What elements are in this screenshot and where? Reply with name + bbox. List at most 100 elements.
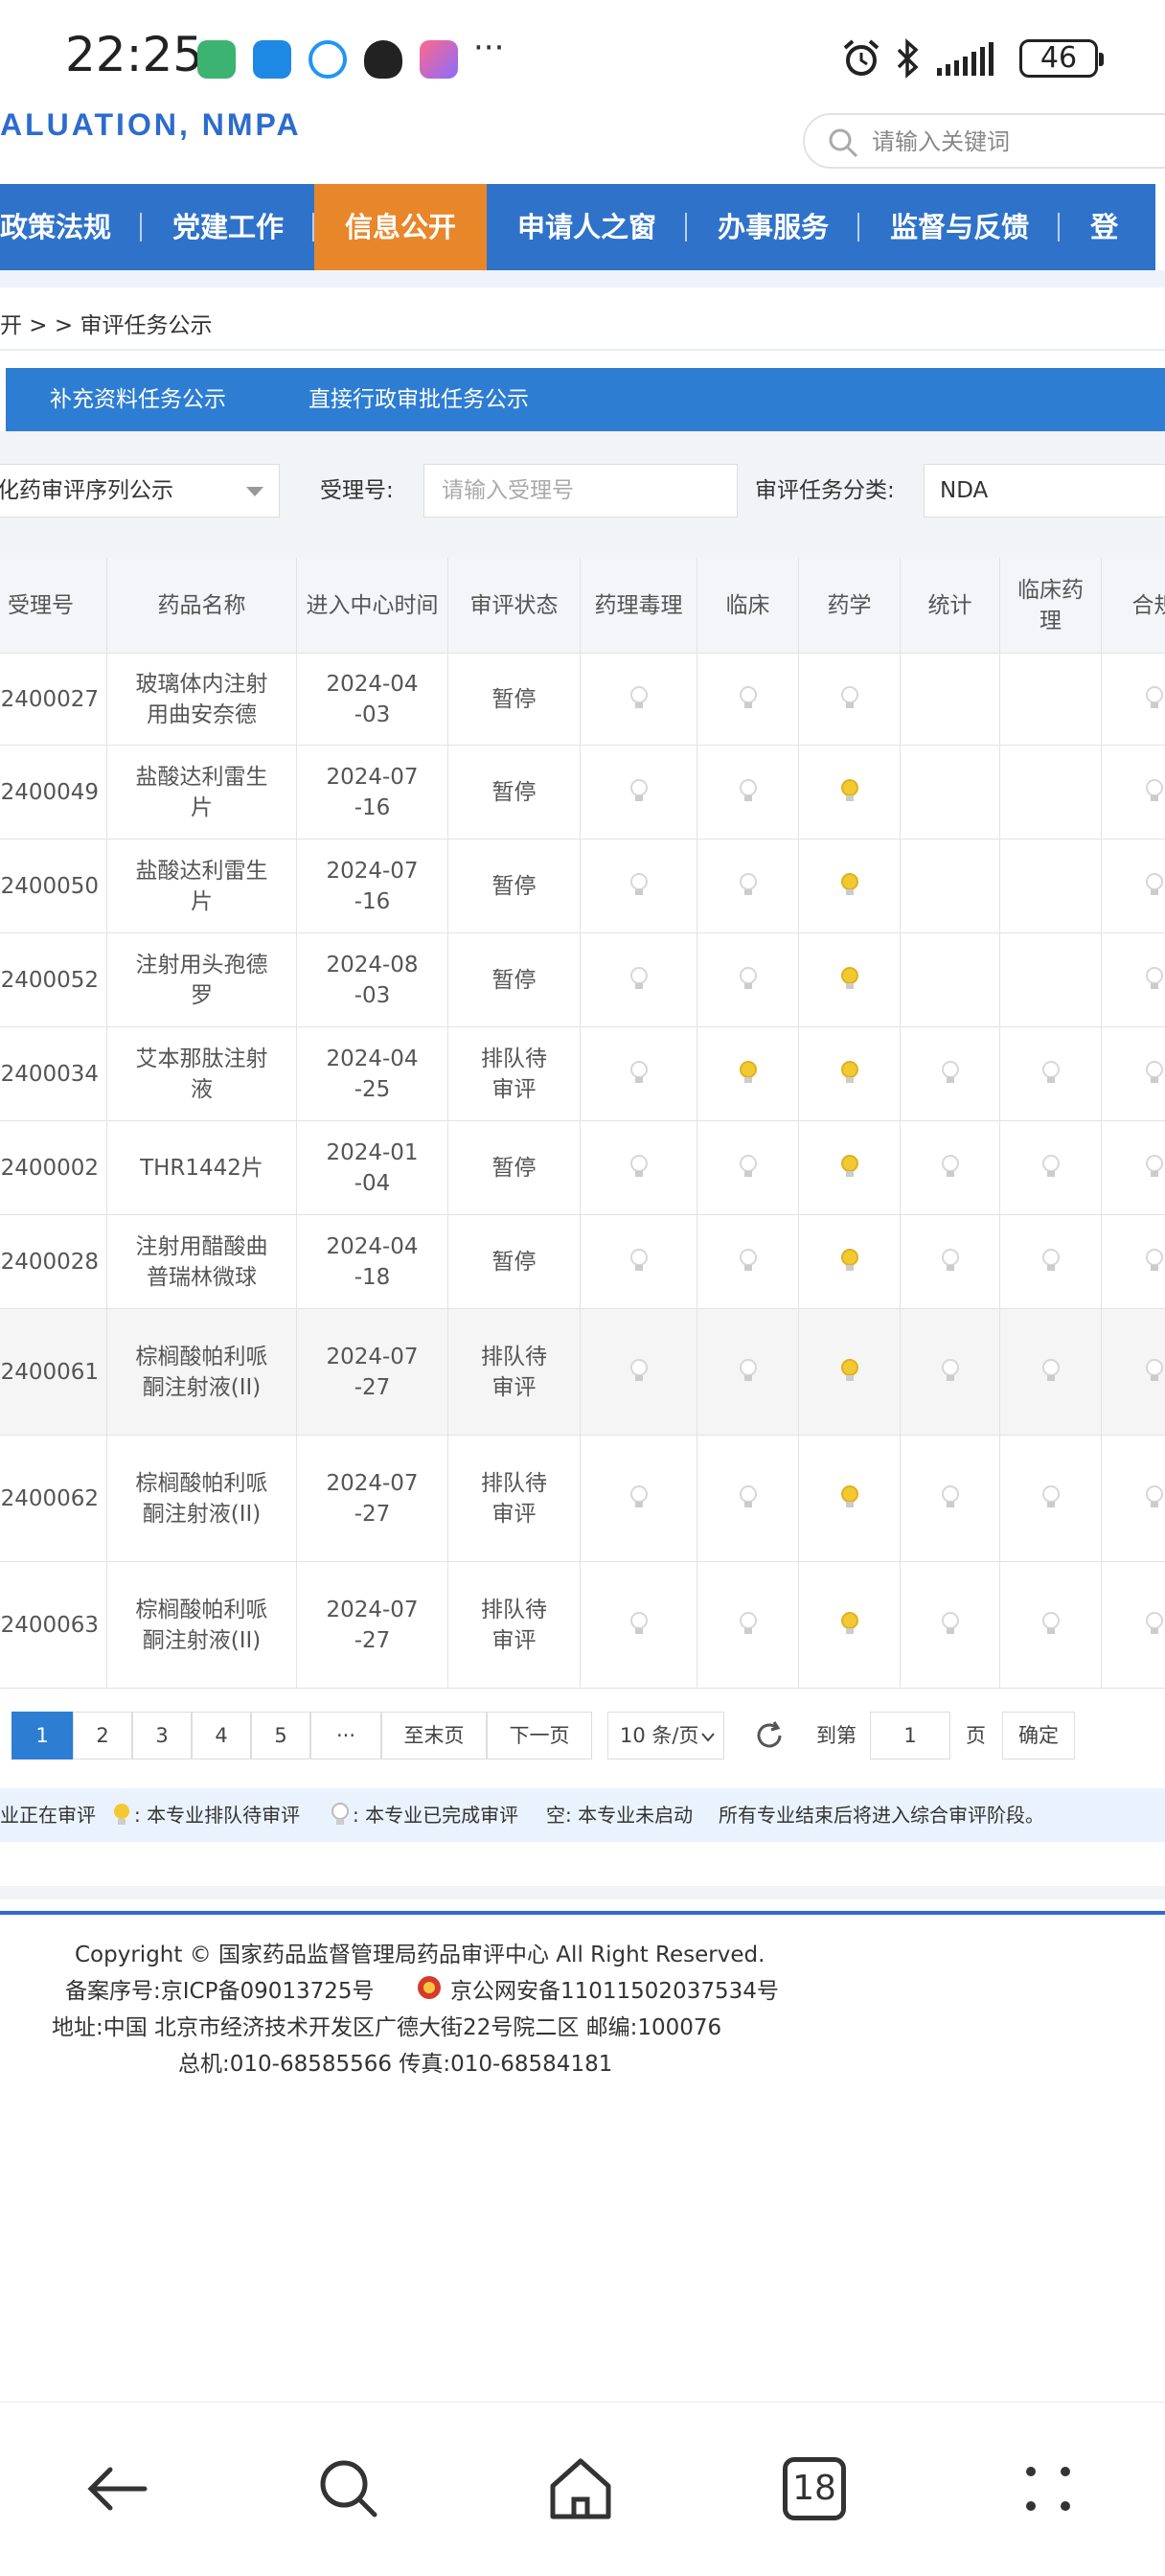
cell-date: 2024-04-18 bbox=[297, 1215, 448, 1308]
page-button-4[interactable]: 4 bbox=[192, 1712, 251, 1760]
cell-progress bbox=[1102, 1309, 1165, 1435]
goto-page-input[interactable]: 1 bbox=[870, 1712, 950, 1760]
footer-icp[interactable]: 备案序号:京ICP备09013725号 bbox=[65, 1972, 375, 2005]
back-button[interactable] bbox=[69, 2441, 165, 2537]
cell-name: 艾本那肽注射液 bbox=[107, 1027, 297, 1120]
column-header: 进入中心时间 bbox=[297, 558, 448, 653]
column-header-label: 受理号 bbox=[8, 592, 74, 618]
cell-progress bbox=[581, 746, 697, 839]
cell-progress bbox=[697, 1121, 799, 1214]
menu-button[interactable] bbox=[1000, 2441, 1096, 2537]
cell-progress bbox=[581, 1436, 697, 1561]
cell-name: 棕榈酸帕利哌酮注射液(II) bbox=[107, 1309, 297, 1435]
legend-queued: : 本专业排队待审评 bbox=[134, 1804, 301, 1827]
table-row[interactable]: 2400002 THR1442片 2024-01-04 暂停 bbox=[0, 1121, 1165, 1215]
page-button-5[interactable]: 5 bbox=[251, 1712, 310, 1760]
column-header-label: 药品名称 bbox=[157, 592, 246, 618]
nav-item-login[interactable]: 登 bbox=[1060, 184, 1149, 270]
bulb-queued-icon bbox=[739, 1060, 757, 1083]
cell-date-text: 2024-01-04 bbox=[326, 1139, 419, 1196]
table-row[interactable]: 2400063 棕榈酸帕利哌酮注射液(II) 2024-07-27 排队待审评 bbox=[0, 1562, 1165, 1689]
column-header: 审评状态 bbox=[448, 558, 581, 653]
page-button-1[interactable]: 1 bbox=[11, 1712, 73, 1760]
chat-bubble-icon bbox=[308, 40, 347, 79]
nav-item-info-disclosure[interactable]: 信息公开 bbox=[314, 184, 488, 270]
home-button[interactable] bbox=[533, 2441, 628, 2537]
cell-status-text: 暂停 bbox=[491, 1155, 537, 1181]
cell-name-text: 盐酸达利雷生片 bbox=[135, 764, 268, 820]
cell-id: 2400028 bbox=[0, 1215, 107, 1308]
per-page-select[interactable]: 10 条/页 bbox=[607, 1712, 724, 1760]
breadcrumb: 开 > > 审评任务公示 bbox=[0, 313, 213, 338]
legend-in-review: 业正在审评 bbox=[0, 1804, 96, 1827]
cell-status: 排队待审评 bbox=[448, 1027, 581, 1120]
cell-name-text: 盐酸达利雷生片 bbox=[135, 858, 268, 914]
cell-date: 2024-07-27 bbox=[297, 1309, 448, 1435]
cell-name-text: 棕榈酸帕利哌酮注射液(II) bbox=[135, 1470, 268, 1527]
footer-copyright: Copyright © 国家药品监督管理局药品审评中心 All Right Re… bbox=[75, 1943, 765, 1967]
cell-id-text: 2400049 bbox=[0, 779, 99, 805]
page-button-3[interactable]: 3 bbox=[132, 1712, 192, 1760]
cell-id: 2400061 bbox=[0, 1309, 107, 1435]
table-row[interactable]: 2400028 注射用醋酸曲普瑞林微球 2024-04-18 暂停 bbox=[0, 1215, 1165, 1309]
cell-status-text: 暂停 bbox=[491, 686, 537, 712]
tab-supplement[interactable]: 补充资料任务公示 bbox=[50, 368, 226, 431]
cell-progress bbox=[697, 1309, 799, 1435]
column-header-label: 药理毒理 bbox=[594, 592, 683, 618]
bulb-done-icon bbox=[941, 1611, 959, 1634]
table-row[interactable]: 2400052 注射用头孢德罗 2024-08-03 暂停 bbox=[0, 933, 1165, 1027]
cell-name: 盐酸达利雷生片 bbox=[107, 840, 297, 932]
table-row[interactable]: 2400050 盐酸达利雷生片 2024-07-16 暂停 bbox=[0, 840, 1165, 933]
table-row[interactable]: 2400049 盐酸达利雷生片 2024-07-16 暂停 bbox=[0, 746, 1165, 840]
column-header: 受理号 bbox=[0, 558, 107, 653]
nav-item-party[interactable]: 党建工作 bbox=[142, 184, 315, 270]
accept-number-input[interactable]: 请输入受理号 bbox=[423, 464, 738, 518]
category-select[interactable]: NDA bbox=[924, 464, 1165, 518]
footer-police[interactable]: 京公网安备11011502037534号 bbox=[450, 1972, 779, 2005]
confirm-button[interactable]: 确定 bbox=[1002, 1712, 1075, 1760]
table-row[interactable]: 2400027 玻璃体内注射用曲安奈德 2024-04-03 暂停 bbox=[0, 654, 1165, 746]
bulb-queued-icon bbox=[840, 966, 858, 989]
cell-date-text: 2024-07-27 bbox=[326, 1470, 419, 1527]
tab-direct-approval[interactable]: 直接行政审批任务公示 bbox=[308, 368, 529, 431]
cell-id-text: 2400002 bbox=[0, 1155, 99, 1181]
cell-status: 暂停 bbox=[448, 746, 581, 839]
cell-id-text: 2400028 bbox=[0, 1249, 99, 1275]
cell-progress bbox=[901, 1562, 1000, 1688]
refresh-icon[interactable] bbox=[753, 1719, 786, 1752]
cell-name-text: 注射用醋酸曲普瑞林微球 bbox=[135, 1233, 268, 1290]
bulb-done-icon bbox=[941, 1484, 959, 1507]
table-row[interactable]: 2400061 棕榈酸帕利哌酮注射液(II) 2024-07-27 排队待审评 bbox=[0, 1309, 1165, 1436]
cell-date-text: 2024-07-16 bbox=[326, 858, 419, 914]
table-row[interactable]: 2400034 艾本那肽注射液 2024-04-25 排队待审评 bbox=[0, 1027, 1165, 1121]
status-time: 22:25 bbox=[65, 27, 204, 82]
nav-item-services[interactable]: 办事服务 bbox=[687, 184, 860, 270]
bulb-done-icon bbox=[941, 1248, 959, 1271]
divider bbox=[0, 349, 1165, 351]
column-header: 统计 bbox=[901, 558, 1000, 653]
nav-item-applicant[interactable]: 申请人之窗 bbox=[487, 184, 688, 270]
page-button-2[interactable]: 2 bbox=[73, 1712, 132, 1760]
chevron-down-icon bbox=[701, 1733, 715, 1742]
search-button[interactable] bbox=[301, 2441, 397, 2537]
bulb-done-icon bbox=[739, 1248, 757, 1271]
cell-progress bbox=[901, 1309, 1000, 1435]
legend-empty: 空: 本专业未启动 bbox=[546, 1804, 694, 1827]
bulb-done-icon bbox=[1145, 1358, 1163, 1381]
next-page-button[interactable]: 下一页 bbox=[487, 1712, 592, 1760]
table-row[interactable]: 2400062 棕榈酸帕利哌酮注射液(II) 2024-07-27 排队待审评 bbox=[0, 1436, 1165, 1562]
bulb-done-icon bbox=[629, 778, 648, 801]
cell-status: 暂停 bbox=[448, 840, 581, 932]
sequence-select[interactable]: 化药审评序列公示 bbox=[0, 464, 280, 518]
search-box[interactable] bbox=[803, 113, 1165, 169]
browser-bottom-bar: 18 bbox=[0, 2402, 1165, 2576]
search-input[interactable] bbox=[872, 123, 1165, 161]
nav-item-policy[interactable]: 政策法规 bbox=[0, 184, 143, 270]
cell-name: 棕榈酸帕利哌酮注射液(II) bbox=[107, 1562, 297, 1688]
tabs-button[interactable]: 18 bbox=[766, 2441, 862, 2537]
bulb-done-icon bbox=[1145, 685, 1163, 708]
sequence-select-value: 化药审评序列公示 bbox=[0, 478, 173, 503]
cell-date-text: 2024-04-03 bbox=[326, 671, 419, 727]
nav-item-supervision[interactable]: 监督与反馈 bbox=[859, 184, 1061, 270]
last-page-button[interactable]: 至末页 bbox=[381, 1712, 487, 1760]
